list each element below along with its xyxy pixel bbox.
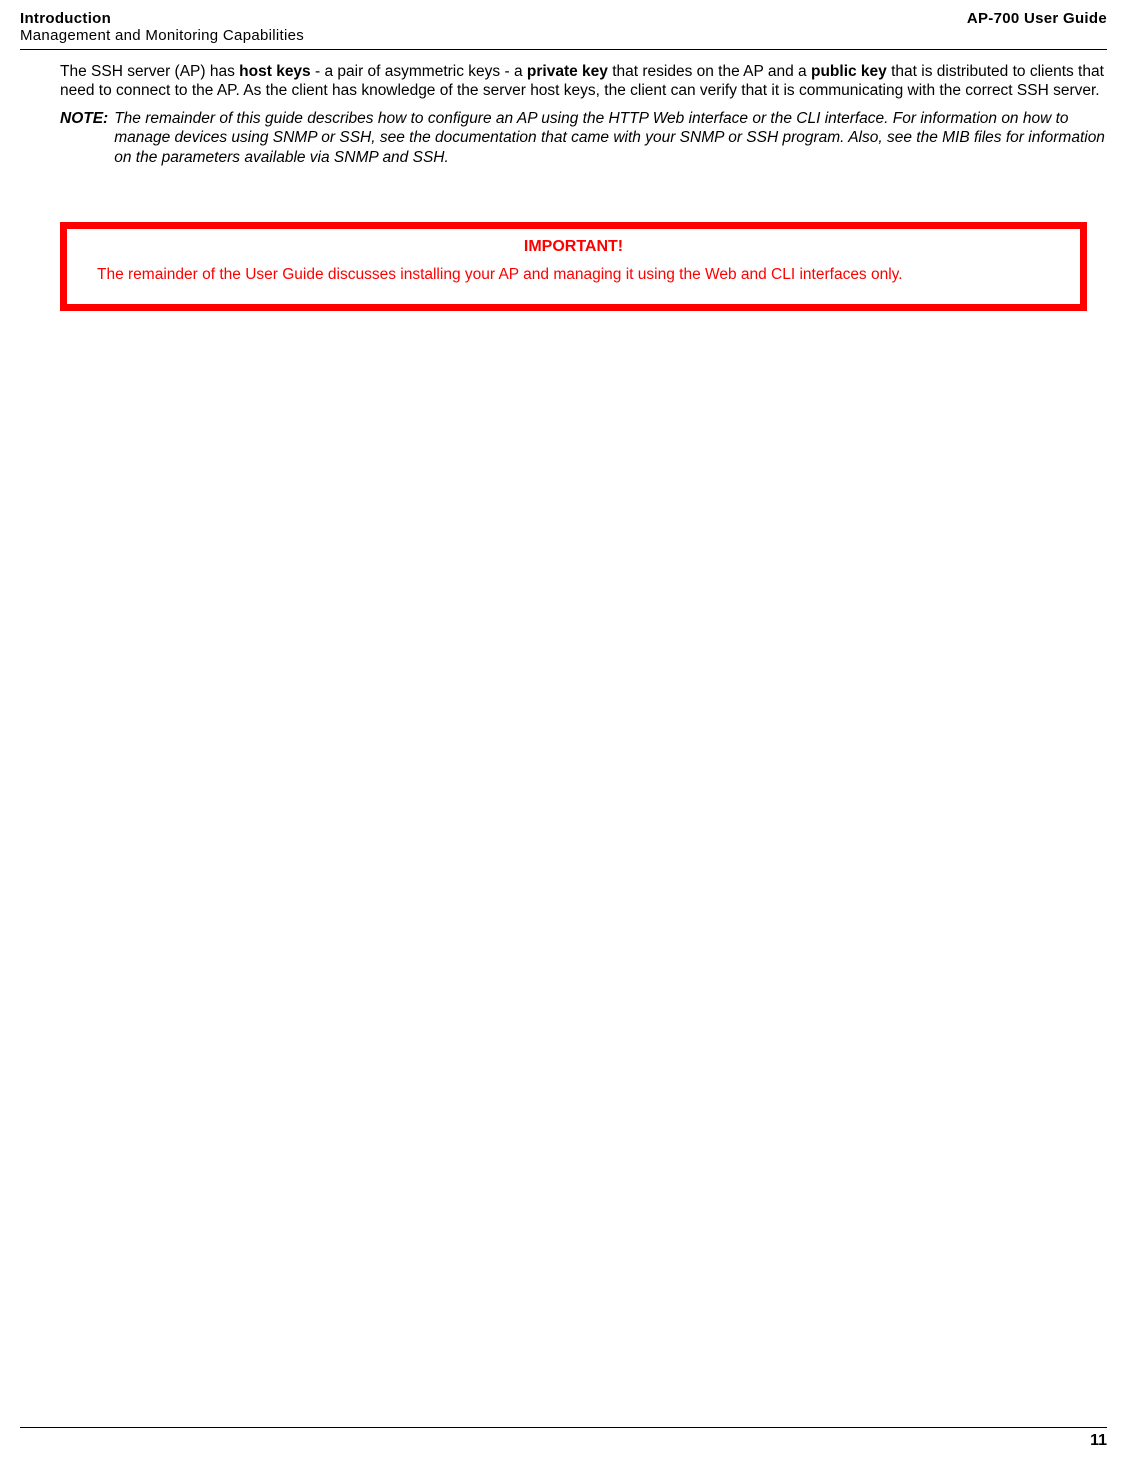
content-area: The SSH server (AP) has host keys - a pa…: [20, 50, 1107, 311]
bold-privatekey: private key: [527, 63, 608, 80]
page-footer: 11: [20, 1427, 1107, 1450]
paragraph-ssh: The SSH server (AP) has host keys - a pa…: [60, 62, 1107, 101]
text-fragment: - a pair of asymmetric keys - a: [311, 63, 527, 80]
header-title: Introduction: [20, 10, 304, 27]
bold-publickey: public key: [811, 63, 887, 80]
note-block: NOTE: The remainder of this guide descri…: [60, 109, 1107, 167]
header-left: Introduction Management and Monitoring C…: [20, 10, 304, 44]
page-number: 11: [20, 1428, 1107, 1450]
note-label: NOTE:: [60, 109, 114, 167]
header-subtitle: Management and Monitoring Capabilities: [20, 27, 304, 44]
important-callout: IMPORTANT! The remainder of the User Gui…: [60, 222, 1087, 311]
note-body: The remainder of this guide describes ho…: [114, 109, 1107, 167]
important-body: The remainder of the User Guide discusse…: [85, 265, 1062, 286]
page-header: Introduction Management and Monitoring C…: [20, 10, 1107, 46]
important-title: IMPORTANT!: [85, 237, 1062, 257]
text-fragment: that resides on the AP and a: [608, 63, 811, 80]
bold-hostkeys: host keys: [239, 63, 311, 80]
header-right: AP-700 User Guide: [967, 10, 1107, 27]
text-fragment: The SSH server (AP) has: [60, 63, 239, 80]
